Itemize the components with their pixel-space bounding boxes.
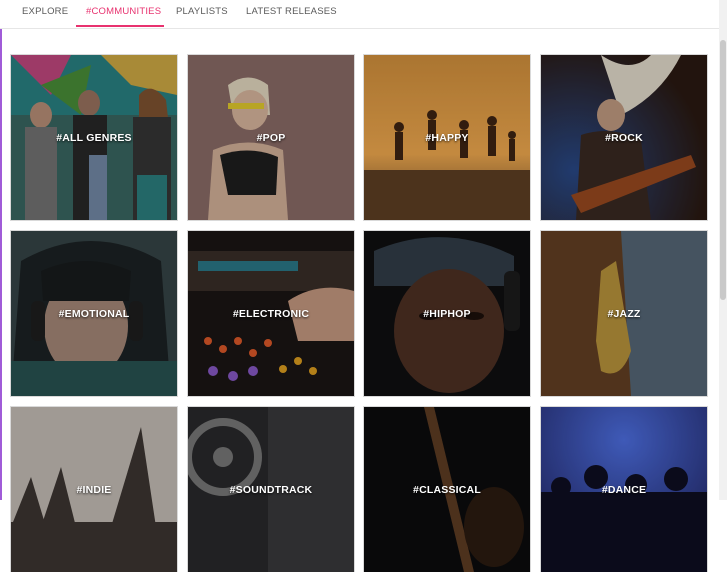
tab-communities[interactable]: #COMMUNITIES — [86, 0, 161, 27]
community-tile-indie[interactable]: #INDIE — [11, 407, 177, 572]
left-border — [0, 0, 2, 500]
tile-label: #DANCE — [601, 483, 647, 496]
tab-bar: EXPLORE #COMMUNITIES PLAYLISTS LATEST RE… — [0, 0, 719, 29]
tile-label: #CLASSICAL — [413, 483, 481, 496]
tile-label: #JAZZ — [607, 307, 641, 320]
tile-label: #EMOTIONAL — [58, 307, 130, 320]
vertical-scrollbar[interactable] — [719, 0, 727, 500]
community-tile-rock[interactable]: #ROCK — [541, 55, 707, 220]
tile-label: #SOUNDTRACK — [229, 483, 313, 496]
scrollbar-thumb[interactable] — [720, 40, 726, 300]
tile-label: #ELECTRONIC — [232, 307, 310, 320]
community-tile-emotional[interactable]: #EMOTIONAL — [11, 231, 177, 396]
tab-explore[interactable]: EXPLORE — [22, 0, 68, 27]
community-tile-electronic[interactable]: #ELECTRONIC — [188, 231, 354, 396]
community-tile-jazz[interactable]: #JAZZ — [541, 231, 707, 396]
community-tile-all-genres[interactable]: #ALL GENRES — [11, 55, 177, 220]
tile-label: #HAPPY — [425, 131, 469, 144]
community-tile-hiphop[interactable]: #HIPHOP — [364, 231, 530, 396]
tile-label: #ALL GENRES — [56, 131, 132, 144]
tab-playlists[interactable]: PLAYLISTS — [176, 0, 228, 27]
community-tile-soundtrack[interactable]: #SOUNDTRACK — [188, 407, 354, 572]
tile-label: #HIPHOP — [423, 307, 471, 320]
community-tile-pop[interactable]: #POP — [188, 55, 354, 220]
tab-latest-releases[interactable]: LATEST RELEASES — [246, 0, 337, 27]
tile-label: #POP — [256, 131, 286, 144]
community-tile-dance[interactable]: #DANCE — [541, 407, 707, 572]
tile-label: #INDIE — [76, 483, 112, 496]
tile-label: #ROCK — [605, 131, 643, 144]
active-tab-indicator — [76, 25, 164, 27]
community-tile-classical[interactable]: #CLASSICAL — [364, 407, 530, 572]
community-tile-happy[interactable]: #HAPPY — [364, 55, 530, 220]
